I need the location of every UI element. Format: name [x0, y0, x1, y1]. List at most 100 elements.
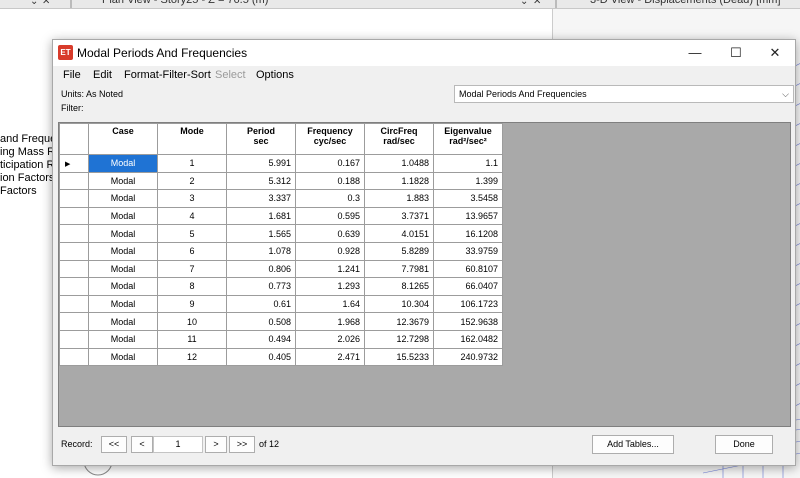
- cell-case[interactable]: Modal: [88, 294, 158, 314]
- cell-period[interactable]: 0.508: [226, 312, 296, 331]
- cell-mode[interactable]: 1: [157, 154, 227, 173]
- cell-circfreq[interactable]: 5.8289: [364, 241, 434, 261]
- row-selector[interactable]: [59, 277, 89, 296]
- table-row[interactable]: Modal 11 0.494 2.026 12.7298 162.0482: [59, 329, 503, 349]
- cell-frequency[interactable]: 1.241: [295, 259, 365, 279]
- table-row[interactable]: Modal 5 1.565 0.639 4.0151 16.1208: [59, 224, 503, 243]
- table-row[interactable]: Modal 12 0.405 2.471 15.5233 240.9732: [59, 347, 503, 367]
- cell-mode[interactable]: 7: [157, 259, 227, 279]
- cell-period[interactable]: 1.565: [226, 224, 296, 243]
- cell-period[interactable]: 1.078: [226, 241, 296, 261]
- table-row[interactable]: Modal 6 1.078 0.928 5.8289 33.9759: [59, 241, 503, 261]
- cell-eigenvalue[interactable]: 16.1208: [433, 224, 503, 243]
- cell-case[interactable]: Modal: [88, 241, 158, 261]
- table-row[interactable]: ▶ Modal 1 5.991 0.167 1.0488 1.1: [59, 154, 503, 173]
- table-row[interactable]: Modal 7 0.806 1.241 7.7981 60.8107: [59, 259, 503, 279]
- row-selector[interactable]: [59, 224, 89, 243]
- cell-case[interactable]: Modal: [88, 277, 158, 296]
- close-icon[interactable]: ✕: [42, 0, 50, 7]
- cell-frequency[interactable]: 1.293: [295, 277, 365, 296]
- done-button[interactable]: Done: [715, 435, 773, 454]
- cell-period[interactable]: 5.312: [226, 171, 296, 191]
- cell-frequency[interactable]: 0.167: [295, 154, 365, 173]
- cell-mode[interactable]: 4: [157, 206, 227, 226]
- cell-circfreq[interactable]: 1.0488: [364, 154, 434, 173]
- cell-eigenvalue[interactable]: 152.9638: [433, 312, 503, 331]
- cell-circfreq[interactable]: 8.1265: [364, 277, 434, 296]
- table-selector-dropdown[interactable]: Modal Periods And Frequencies ⌵: [454, 85, 794, 103]
- cell-circfreq[interactable]: 15.5233: [364, 347, 434, 367]
- row-selector[interactable]: [59, 189, 89, 208]
- table-row[interactable]: Modal 8 0.773 1.293 8.1265 66.0407: [59, 277, 503, 296]
- column-header-period[interactable]: Period sec: [226, 123, 296, 155]
- cell-frequency[interactable]: 0.3: [295, 189, 365, 208]
- cell-period[interactable]: 0.494: [226, 329, 296, 349]
- cell-mode[interactable]: 5: [157, 224, 227, 243]
- cell-mode[interactable]: 12: [157, 347, 227, 367]
- chevron-down-icon[interactable]: ⌄: [520, 0, 528, 7]
- cell-frequency[interactable]: 0.188: [295, 171, 365, 191]
- cell-case[interactable]: Modal: [88, 224, 158, 243]
- cell-period[interactable]: 0.773: [226, 277, 296, 296]
- cell-circfreq[interactable]: 3.7371: [364, 206, 434, 226]
- column-header-case[interactable]: Case: [88, 123, 158, 155]
- first-record-button[interactable]: <<: [101, 436, 127, 453]
- cell-mode[interactable]: 2: [157, 171, 227, 191]
- next-record-button[interactable]: >: [205, 436, 227, 453]
- close-button[interactable]: ✕: [755, 40, 795, 66]
- column-header-eigenvalue[interactable]: Eigenvalue rad²/sec²: [433, 123, 503, 155]
- cell-eigenvalue[interactable]: 162.0482: [433, 329, 503, 349]
- close-icon[interactable]: ✕: [533, 0, 541, 7]
- cell-period[interactable]: 1.681: [226, 206, 296, 226]
- cell-frequency[interactable]: 0.595: [295, 206, 365, 226]
- row-selector[interactable]: [59, 206, 89, 226]
- menu-edit[interactable]: Edit: [93, 69, 112, 81]
- data-grid-area[interactable]: Case Mode Period sec Frequency cyc/sec Cir…: [58, 122, 791, 427]
- table-row[interactable]: Modal 10 0.508 1.968 12.3679 152.9638: [59, 312, 503, 331]
- background-tab-3d-view[interactable]: 3-D View - Displacements (Dead) [mm]: [590, 0, 781, 8]
- column-header-mode[interactable]: Mode: [157, 123, 227, 155]
- cell-circfreq[interactable]: 7.7981: [364, 259, 434, 279]
- cell-eigenvalue[interactable]: 3.5458: [433, 189, 503, 208]
- row-selector[interactable]: [59, 171, 89, 191]
- cell-circfreq[interactable]: 4.0151: [364, 224, 434, 243]
- cell-mode[interactable]: 6: [157, 241, 227, 261]
- row-selector[interactable]: ▶: [59, 154, 89, 173]
- cell-mode[interactable]: 3: [157, 189, 227, 208]
- cell-case[interactable]: Modal: [88, 347, 158, 367]
- cell-eigenvalue[interactable]: 106.1723: [433, 294, 503, 314]
- record-number-input[interactable]: 1: [153, 436, 203, 453]
- cell-case[interactable]: Modal: [88, 206, 158, 226]
- background-tab-plan-view[interactable]: Plan View - Story25 - Z = 76.5 (m): [102, 0, 268, 8]
- list-item[interactable]: Factors: [0, 185, 37, 197]
- row-selector[interactable]: [59, 312, 89, 331]
- cell-case[interactable]: Modal: [88, 171, 158, 191]
- menu-options[interactable]: Options: [256, 69, 294, 81]
- minimize-button[interactable]: —: [675, 40, 715, 66]
- cell-circfreq[interactable]: 10.304: [364, 294, 434, 314]
- column-header-frequency[interactable]: Frequency cyc/sec: [295, 123, 365, 155]
- table-row[interactable]: Modal 4 1.681 0.595 3.7371 13.9657: [59, 206, 503, 226]
- previous-record-button[interactable]: <: [131, 436, 153, 453]
- cell-frequency[interactable]: 1.64: [295, 294, 365, 314]
- cell-frequency[interactable]: 0.928: [295, 241, 365, 261]
- row-selector[interactable]: [59, 259, 89, 279]
- cell-period[interactable]: 5.991: [226, 154, 296, 173]
- cell-case[interactable]: Modal: [88, 154, 158, 173]
- row-selector[interactable]: [59, 294, 89, 314]
- cell-frequency[interactable]: 0.639: [295, 224, 365, 243]
- cell-case[interactable]: Modal: [88, 329, 158, 349]
- table-row[interactable]: Modal 3 3.337 0.3 1.883 3.5458: [59, 189, 503, 208]
- cell-circfreq[interactable]: 1.1828: [364, 171, 434, 191]
- menu-select[interactable]: Select: [215, 69, 246, 81]
- cell-mode[interactable]: 9: [157, 294, 227, 314]
- row-selector[interactable]: [59, 347, 89, 367]
- cell-circfreq[interactable]: 1.883: [364, 189, 434, 208]
- cell-mode[interactable]: 11: [157, 329, 227, 349]
- cell-period[interactable]: 3.337: [226, 189, 296, 208]
- cell-eigenvalue[interactable]: 1.399: [433, 171, 503, 191]
- cell-frequency[interactable]: 1.968: [295, 312, 365, 331]
- cell-eigenvalue[interactable]: 33.9759: [433, 241, 503, 261]
- cell-mode[interactable]: 10: [157, 312, 227, 331]
- add-tables-button[interactable]: Add Tables...: [592, 435, 674, 454]
